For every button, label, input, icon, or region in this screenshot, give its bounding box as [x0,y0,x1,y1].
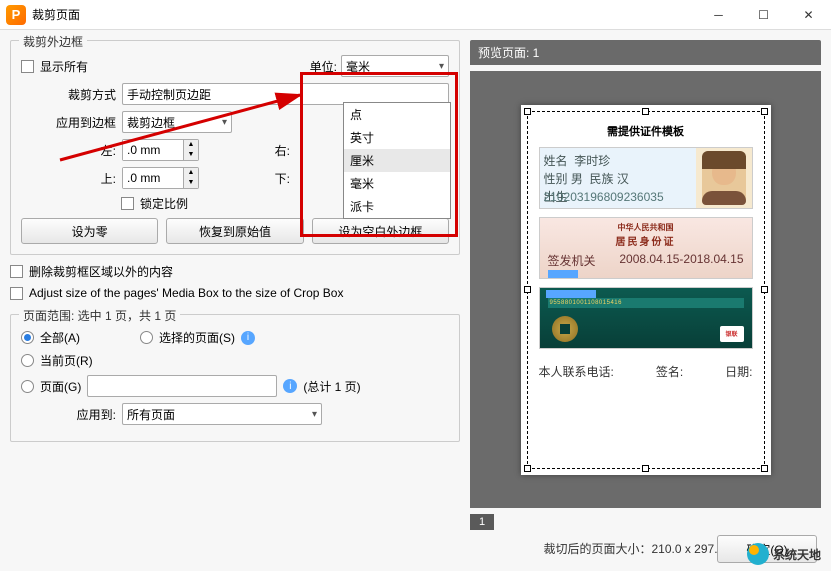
apply-border-value: 裁剪边框 [127,114,175,131]
top-spinner[interactable]: ▲▼ [122,167,199,189]
bank-card: 9558801001108015416 银联 [539,287,753,349]
preview-header: 预览页面: 1 [470,40,821,65]
apply-border-combo[interactable]: 裁剪边框 ▾ [122,111,232,133]
spin-down-icon[interactable]: ▼ [184,150,198,160]
ok-button[interactable]: 确定(O) [717,535,817,563]
footer-date: 日期: [725,363,752,380]
close-button[interactable]: ✕ [786,0,831,30]
lock-ratio-label: 锁定比例 [140,195,188,212]
blank-margin-button[interactable]: 设为空白外边框 [312,218,449,244]
left-spinner[interactable]: ▲▼ [122,139,199,161]
spin-down-icon[interactable]: ▼ [184,178,198,188]
top-label: 上: [21,170,116,187]
doc-title: 需提供证件模板 [539,123,753,139]
spin-up-icon[interactable]: ▲ [184,168,198,178]
right-label: 右: [205,142,290,159]
footer-tel: 本人联系电话: [539,363,614,380]
handle-bl[interactable] [524,465,531,472]
unit-option[interactable]: 厘米 [344,149,450,172]
preview-page: 需提供证件模板 姓名 李时珍 性别 男 民族 汉 出生 住址 210203196… [521,105,771,475]
id-card-front: 姓名 李时珍 性别 男 民族 汉 出生 住址 21020319680923603… [539,147,753,209]
handle-br[interactable] [761,465,768,472]
unit-option[interactable]: 英寸 [344,126,450,149]
window-title: 裁剪页面 [32,6,80,23]
handle-tl[interactable] [524,108,531,115]
radio-current-label: 当前页(R) [40,352,93,369]
radio-selected-label: 选择的页面(S) [159,329,235,346]
unit-option[interactable]: 毫米 [344,172,450,195]
chevron-down-icon: ▾ [312,409,317,420]
radio-pages[interactable] [21,380,34,393]
app-icon: P [6,5,26,25]
apply-to-label: 应用到: [21,406,116,423]
radio-all[interactable] [21,331,34,344]
radio-selected[interactable] [140,331,153,344]
pages-input[interactable] [87,375,277,397]
show-all-label: 显示所有 [40,58,88,75]
spin-up-icon[interactable]: ▲ [184,140,198,150]
apply-to-combo[interactable]: 所有页面 ▾ [122,403,322,425]
restore-button[interactable]: 恢复到原始值 [166,218,303,244]
radio-current[interactable] [21,354,34,367]
group-range-title: 页面范围: 选中 1 页，共 1 页 [19,307,180,324]
footer-sign: 签名: [656,363,683,380]
unit-dropdown-list[interactable]: 点 英寸 厘米 毫米 派卡 [343,102,451,219]
handle-bm[interactable] [642,465,649,472]
id-card-back: 中华人民共和国 居民身份证 签发机关 2008.04.15-2018.04.15 [539,217,753,279]
info-icon[interactable]: i [241,331,255,345]
handle-tm[interactable] [642,108,649,115]
top-value[interactable] [123,168,183,188]
handle-tr[interactable] [761,108,768,115]
card-number: 9558801001108015416 [548,298,744,308]
left-label: 左: [21,142,116,159]
coin-icon [552,316,578,342]
minimize-button[interactable]: ─ [696,0,741,30]
adjust-media-label: Adjust size of the pages' Media Box to t… [29,286,343,300]
portrait-image [702,151,746,205]
chevron-down-icon: ▾ [439,61,444,72]
info-icon[interactable]: i [283,379,297,393]
apply-to-value: 所有页面 [127,406,175,423]
radio-pages-label: 页面(G) [40,378,81,395]
unit-combo[interactable]: 毫米 ▾ [341,55,449,77]
apply-border-label: 应用到边框 [21,114,116,131]
page-tab[interactable]: 1 [470,514,494,530]
adjust-media-checkbox[interactable] [10,287,23,300]
set-zero-button[interactable]: 设为零 [21,218,158,244]
radio-all-label: 全部(A) [40,329,80,346]
unit-option[interactable]: 点 [344,103,450,126]
lock-ratio-checkbox[interactable] [121,197,134,210]
handle-ml[interactable] [524,286,531,293]
unit-value: 毫米 [346,58,370,75]
chevron-down-icon: ▾ [222,117,227,128]
left-value[interactable] [123,140,183,160]
remove-outside-label: 删除裁剪框区域以外的内容 [29,263,173,280]
remove-outside-checkbox[interactable] [10,265,23,278]
bottom-label: 下: [205,170,290,187]
group-crop-title: 裁剪外边框 [19,33,87,50]
crop-method-label: 裁剪方式 [21,86,116,103]
handle-mr[interactable] [761,286,768,293]
total-pages-label: (总计 1 页) [303,378,360,395]
maximize-button[interactable]: ☐ [741,0,786,30]
preview-area[interactable]: 需提供证件模板 姓名 李时珍 性别 男 民族 汉 出生 住址 210203196… [470,71,821,508]
unit-option[interactable]: 派卡 [344,195,450,218]
show-all-checkbox[interactable] [21,60,34,73]
unionpay-logo: 银联 [720,326,744,342]
unit-label: 单位: [310,58,337,75]
